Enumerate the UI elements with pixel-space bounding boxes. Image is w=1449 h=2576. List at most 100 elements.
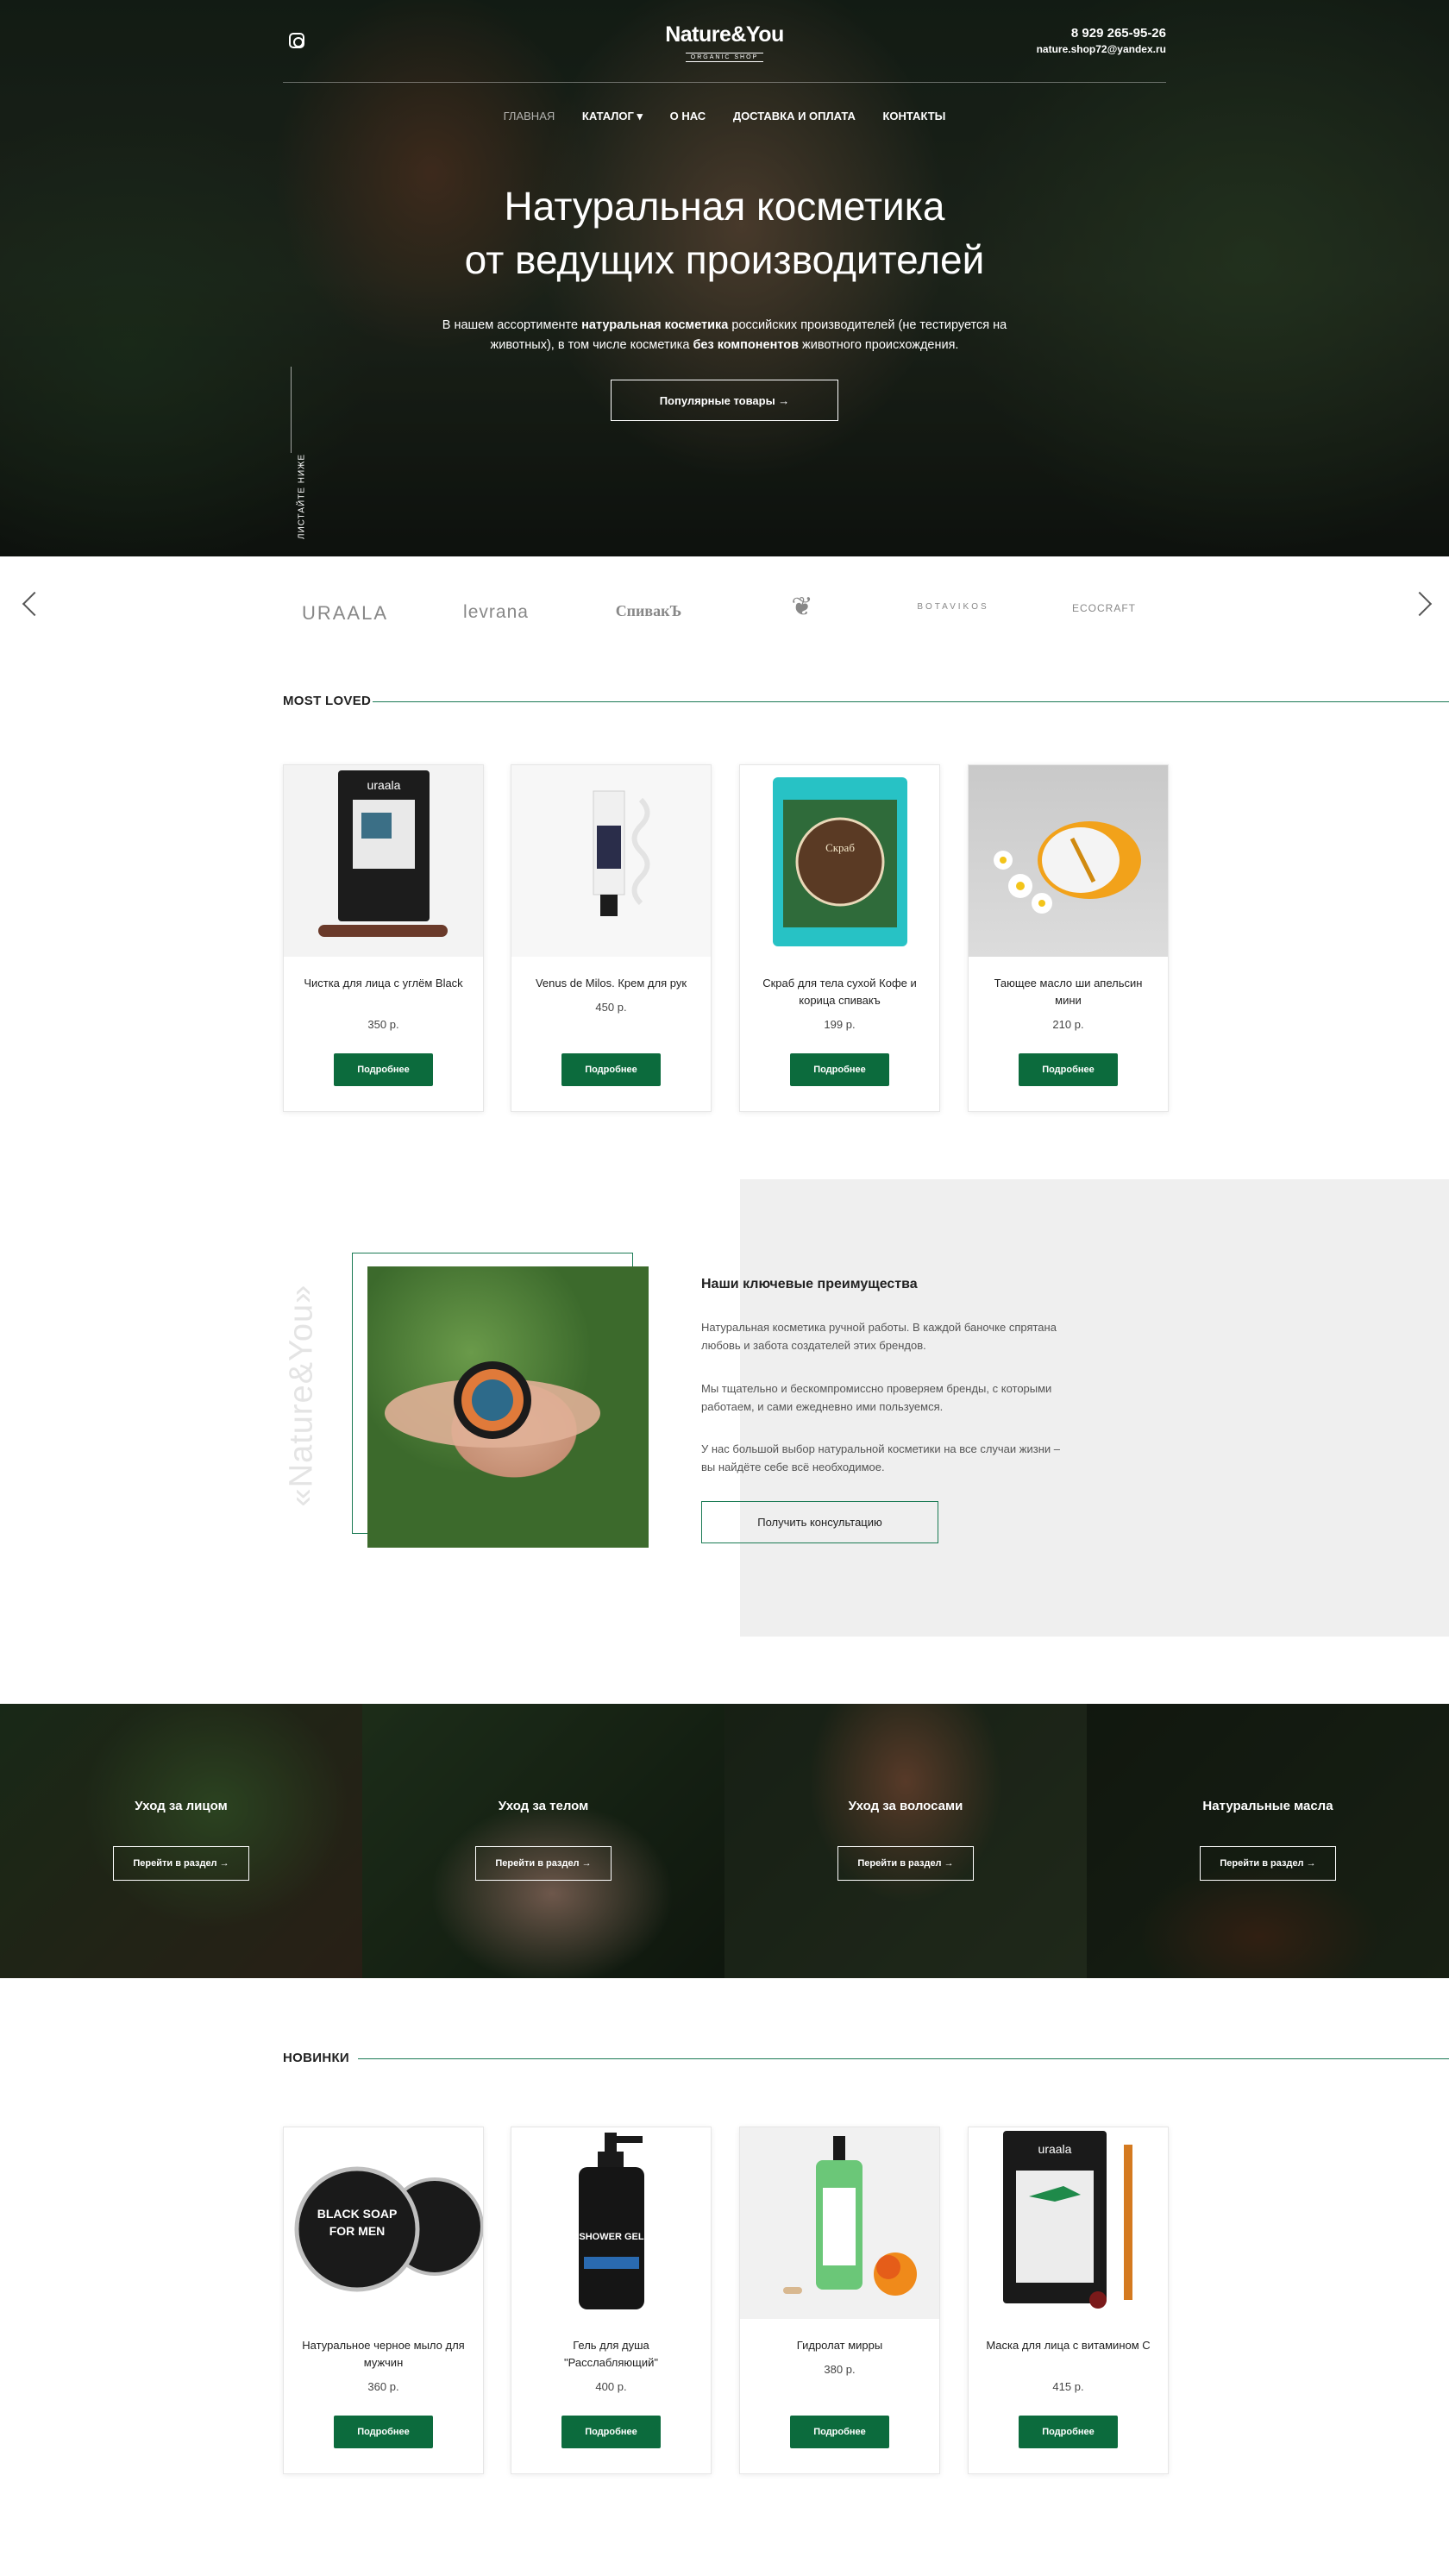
product-image-shower-gel: SHOWER GEL xyxy=(579,2133,644,2309)
scroll-hint-line xyxy=(291,367,292,453)
brands-carousel xyxy=(0,556,1449,669)
product-name[interactable]: Venus de Milos. Крем для рук xyxy=(529,975,693,992)
category-tile-hair[interactable]: Уход за волосами Перейти в раздел → xyxy=(724,1704,1087,1978)
product-price: 350 р. xyxy=(367,1018,399,1031)
advantages-paragraph: У нас большой выбор натуральной косметик… xyxy=(701,1442,1060,1473)
most-loved-divider xyxy=(373,701,1449,702)
product-image: Скраб xyxy=(740,765,939,957)
product-image-uraala-black: uraala xyxy=(318,770,448,937)
svg-text:SHOWER GEL: SHOWER GEL xyxy=(579,2232,643,2242)
hero-text-bold: без компонентов xyxy=(693,338,800,352)
product-card[interactable]: BLACK SOAP FOR MEN Натуральное черное мы… xyxy=(283,2127,484,2474)
advantages-paragraph: Мы тщательно и бескомпромиссно проверяем… xyxy=(701,1382,1052,1413)
product-name[interactable]: Гель для душа "Расслабляющий" xyxy=(529,2337,693,2372)
product-price: 360 р. xyxy=(367,2380,399,2393)
brand-logo-levrana[interactable]: levrana xyxy=(440,602,552,623)
product-price: 400 р. xyxy=(595,2380,627,2393)
go-to-section-button[interactable]: Перейти в раздел → xyxy=(475,1846,612,1881)
header-contacts: 8 929 265-95-26 nature.shop72@yandex.ru xyxy=(1037,26,1166,55)
product-card[interactable]: Тающее масло ши апельсин мини 210 р. Под… xyxy=(968,764,1169,1112)
product-image: SHOWER GEL xyxy=(511,2127,711,2319)
product-image-black-soap: BLACK SOAP FOR MEN xyxy=(294,2166,483,2292)
advantages-paragraph: Натуральная косметика ручной работы. В к… xyxy=(701,1321,1057,1352)
hero-text-part: животного происхождения. xyxy=(799,338,959,352)
most-loved-title: MOST LOVED xyxy=(283,694,372,708)
category-tile-oils[interactable]: Натуральные масла Перейти в раздел → xyxy=(1087,1704,1449,1978)
product-image: uraala xyxy=(284,765,483,957)
email-link[interactable]: nature.shop72@yandex.ru xyxy=(1037,43,1166,55)
brand-logo-uraala[interactable]: URAALA xyxy=(289,602,401,625)
brand-logo-ecocraft[interactable]: ECOCRAFT xyxy=(1048,602,1160,614)
details-button[interactable]: Подробнее xyxy=(334,1053,433,1086)
tile-overlay xyxy=(0,1704,362,1978)
details-button[interactable]: Подробнее xyxy=(561,2416,661,2448)
product-price: 199 р. xyxy=(824,1018,856,1031)
product-name[interactable]: Натуральное черное мыло для мужчин xyxy=(301,2337,466,2372)
scroll-hint-label: ЛИСТАЙТЕ НИЖЕ xyxy=(297,453,307,540)
product-price: 450 р. xyxy=(595,1001,627,1014)
product-name[interactable]: Гидролат мирры xyxy=(757,2337,922,2354)
details-button[interactable]: Подробнее xyxy=(334,2416,433,2448)
product-card[interactable]: uraala Маска для лица с витамином С 415 … xyxy=(968,2127,1169,2474)
brand-logo-botavikos[interactable]: BOTAVIKOS xyxy=(897,602,1009,612)
product-card[interactable]: Гидролат мирры 380 р. Подробнее xyxy=(739,2127,940,2474)
product-image-hand-cream xyxy=(593,790,650,916)
logo[interactable]: Nature&You ORGANIC SHOP xyxy=(656,22,794,63)
product-price: 415 р. xyxy=(1052,2380,1084,2393)
go-to-section-button[interactable]: Перейти в раздел → xyxy=(837,1846,974,1881)
product-image-hydrolat xyxy=(783,2136,917,2296)
svg-text:uraala: uraala xyxy=(1038,2142,1072,2156)
product-card[interactable]: SHOWER GEL Гель для душа "Расслабляющий"… xyxy=(511,2127,712,2474)
product-card[interactable]: Venus de Milos. Крем для рук 450 р. Подр… xyxy=(511,764,712,1112)
tile-overlay xyxy=(362,1704,724,1978)
category-title: Натуральные масла xyxy=(1202,1799,1333,1813)
svg-text:BLACK SOAP: BLACK SOAP xyxy=(317,2207,398,2221)
phone-link[interactable]: 8 929 265-95-26 xyxy=(1037,26,1166,41)
product-price: 210 р. xyxy=(1052,1018,1084,1031)
details-button[interactable]: Подробнее xyxy=(790,1053,889,1086)
main-nav: ГЛАВНАЯ КАТАЛОГ ▾ О НАС ДОСТАВКА И ОПЛАТ… xyxy=(0,110,1449,123)
category-tile-face[interactable]: Уход за лицом Перейти в раздел → xyxy=(0,1704,362,1978)
product-name[interactable]: Скраб для тела сухой Кофе и корица спива… xyxy=(757,975,922,1009)
svg-text:Скраб: Скраб xyxy=(825,841,855,854)
svg-text:FOR MEN: FOR MEN xyxy=(329,2224,386,2238)
popular-products-button[interactable]: Популярные товары → xyxy=(611,380,838,421)
nav-item-about[interactable]: О НАС xyxy=(670,110,706,123)
category-tile-body[interactable]: Уход за телом Перейти в раздел → xyxy=(362,1704,724,1978)
nav-item-delivery[interactable]: ДОСТАВКА И ОПЛАТА xyxy=(733,110,856,123)
product-price: 380 р. xyxy=(824,2363,856,2376)
hero-title: Натуральная косметика от ведущих произво… xyxy=(0,179,1449,286)
hero-title-line-2: от ведущих производителей xyxy=(464,237,985,282)
nav-item-contacts[interactable]: КОНТАКТЫ xyxy=(883,110,946,123)
instagram-icon[interactable] xyxy=(289,33,304,48)
consultation-button[interactable]: Получить консультацию xyxy=(701,1501,938,1543)
logo-subtitle: ORGANIC SHOP xyxy=(685,53,764,62)
svg-text:uraala: uraala xyxy=(367,778,401,792)
product-name[interactable]: Тающее масло ши апельсин мини xyxy=(986,975,1151,1009)
details-button[interactable]: Подробнее xyxy=(790,2416,889,2448)
brand-logo-bird[interactable]: ❦ xyxy=(746,592,858,622)
advantages-photo xyxy=(367,1266,649,1548)
advantages-photo-jar xyxy=(385,1361,600,1448)
product-name[interactable]: Маска для лица с витамином С xyxy=(986,2337,1151,2354)
details-button[interactable]: Подробнее xyxy=(1019,1053,1118,1086)
category-title: Уход за волосами xyxy=(848,1799,963,1813)
details-button[interactable]: Подробнее xyxy=(1019,2416,1118,2448)
product-image-shea-butter xyxy=(994,821,1141,914)
tile-overlay xyxy=(1087,1704,1449,1978)
go-to-section-button[interactable]: Перейти в раздел → xyxy=(113,1846,249,1881)
brand-logo-spivak[interactable]: СпивакЪ xyxy=(593,602,705,620)
product-name[interactable]: Чистка для лица с углём Black xyxy=(301,975,466,992)
go-to-section-button[interactable]: Перейти в раздел → xyxy=(1200,1846,1336,1881)
logo-main-text: Nature&You xyxy=(665,22,784,47)
details-button[interactable]: Подробнее xyxy=(561,1053,661,1086)
nav-item-home[interactable]: ГЛАВНАЯ xyxy=(504,110,555,123)
new-items-divider xyxy=(358,2058,1449,2059)
product-card[interactable]: Скраб Скраб для тела сухой Кофе и корица… xyxy=(739,764,940,1112)
product-image xyxy=(740,2127,939,2319)
nav-item-catalog[interactable]: КАТАЛОГ ▾ xyxy=(582,110,643,123)
product-image: BLACK SOAP FOR MEN xyxy=(284,2127,483,2319)
category-title: Уход за телом xyxy=(498,1799,589,1813)
product-image xyxy=(511,765,711,957)
product-card[interactable]: uraala Чистка для лица с углём Black 350… xyxy=(283,764,484,1112)
